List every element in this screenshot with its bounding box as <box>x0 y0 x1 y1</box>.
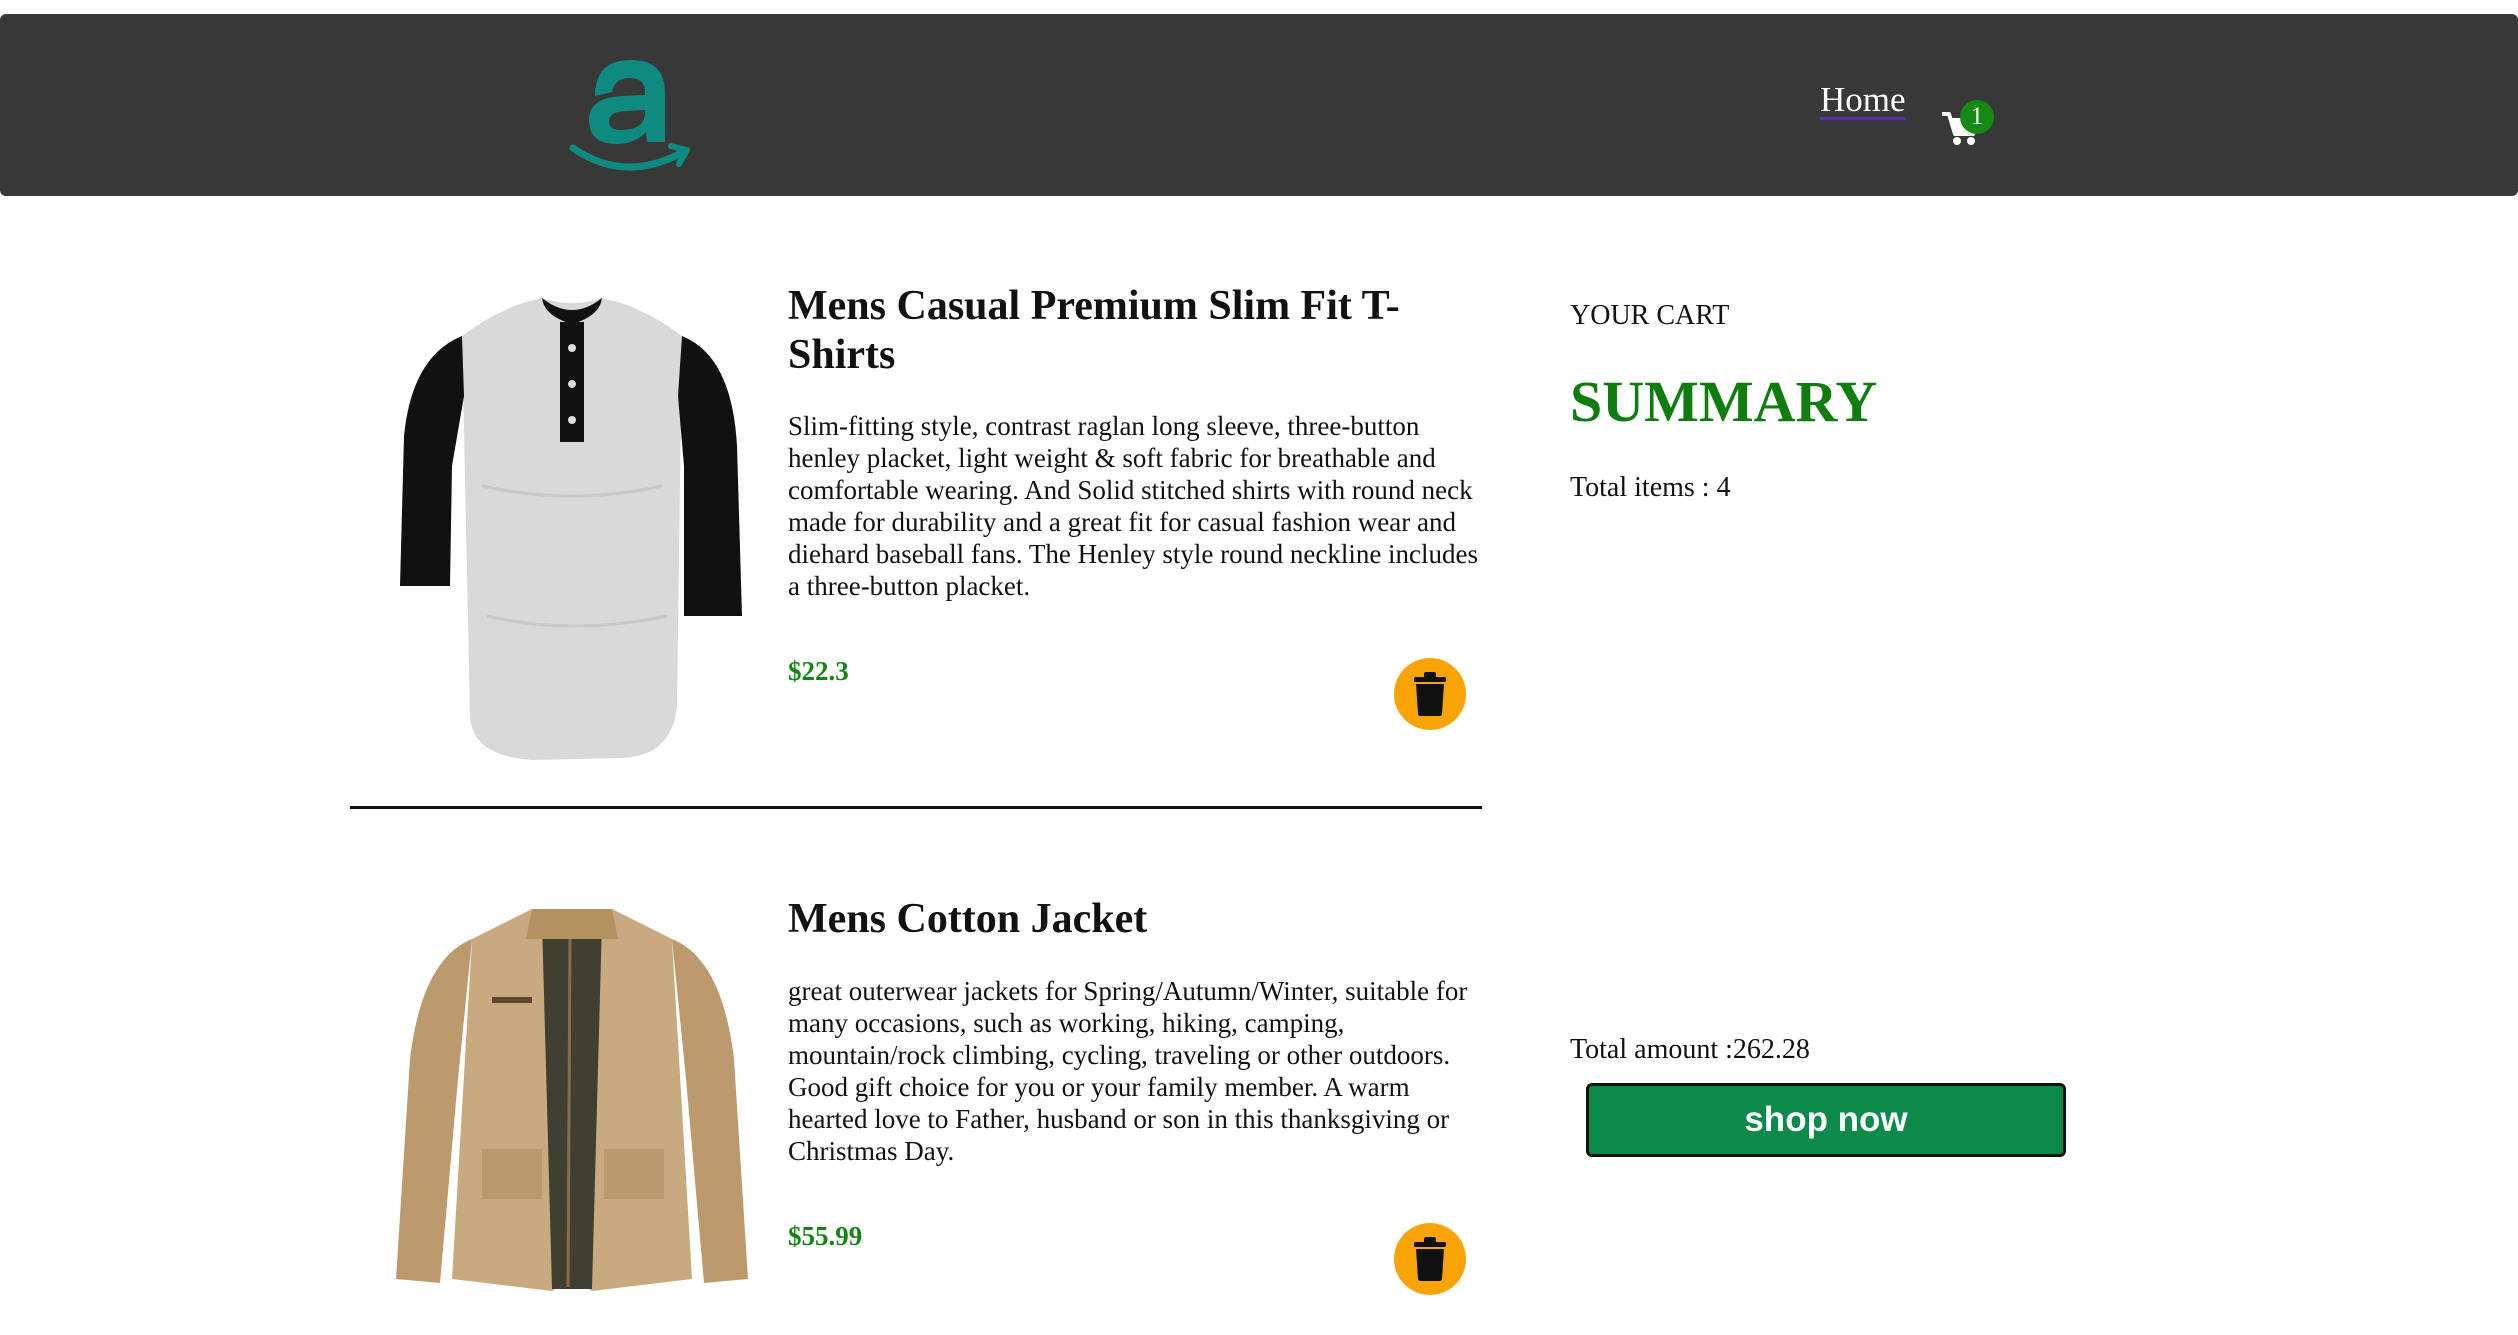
amazon-logo[interactable] <box>565 38 695 178</box>
trash-icon <box>1414 672 1446 716</box>
shop-now-button[interactable]: shop now <box>1586 1083 2066 1157</box>
cart-link[interactable]: 1 <box>1940 100 1994 148</box>
cart-page: Home 1 Mens Casual Premium Slim Fit T-Sh… <box>0 0 2518 1335</box>
product-title: Mens Cotton Jacket <box>788 896 1148 942</box>
delete-item-button[interactable] <box>1394 658 1466 730</box>
your-cart-label: YOUR CART <box>1570 300 1730 331</box>
raglan-henley-shirt-image <box>400 298 742 760</box>
product-description: Slim-fitting style, contrast raglan long… <box>788 411 1479 601</box>
product-description: great outerwear jackets for Spring/Autum… <box>788 976 1468 1166</box>
navbar: Home 1 <box>0 14 2518 196</box>
khaki-cotton-jacket-image <box>396 909 748 1291</box>
nav-home-link[interactable]: Home <box>1820 80 1906 120</box>
summary-heading: SUMMARY <box>1570 369 1878 434</box>
item-divider <box>350 806 1482 809</box>
product-price: $55.99 <box>788 1221 863 1251</box>
product-title: Mens Casual Premium Slim Fit T-Shirts <box>788 283 1400 378</box>
trash-icon <box>1414 1237 1446 1281</box>
cart-item: Mens Cotton Jacket great outerwear jacke… <box>352 895 1482 1335</box>
logo-icon <box>569 60 690 171</box>
total-amount-text: Total amount :262.28 <box>1570 1034 1810 1065</box>
cart-count-badge: 1 <box>1960 100 1994 134</box>
cart-item: Mens Casual Premium Slim Fit T-Shirts Sl… <box>352 280 1482 770</box>
product-image-shirt <box>392 286 752 766</box>
product-price: $22.3 <box>788 656 849 686</box>
total-items-text: Total items : 4 <box>1570 472 1731 503</box>
product-image-jacket <box>392 899 752 1299</box>
delete-item-button[interactable] <box>1394 1223 1466 1295</box>
